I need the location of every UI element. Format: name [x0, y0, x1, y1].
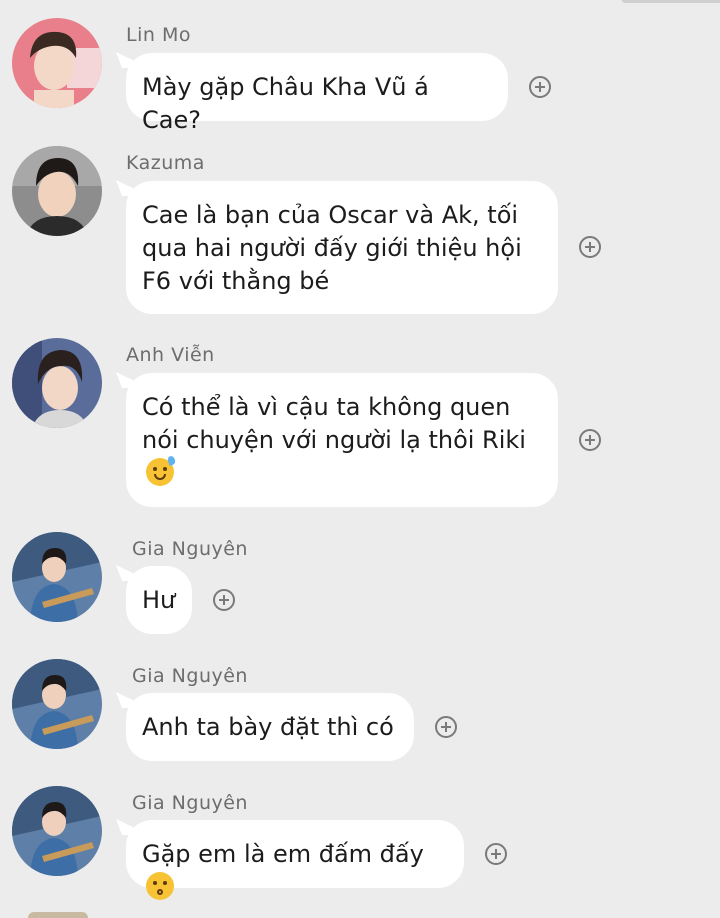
sender-name: Gia Nguyên: [132, 665, 248, 687]
sender-name: Gia Nguyên: [132, 538, 248, 560]
sender-name: Anh Viễn: [126, 344, 215, 366]
plus-circle-icon[interactable]: [435, 716, 457, 738]
kissing-emoji: [146, 872, 174, 900]
grinning-sweat-emoji: [146, 455, 177, 486]
message-text: Có thể là vì cậu ta không quen nói chuyệ…: [142, 393, 526, 454]
avatar[interactable]: [12, 786, 102, 876]
plus-circle-icon[interactable]: [213, 589, 235, 611]
message-text: Hư: [142, 586, 176, 614]
message-bubble[interactable]: Cae là bạn của Oscar và Ak, tối qua hai …: [126, 181, 558, 314]
plus-circle-icon[interactable]: [579, 236, 601, 258]
message-bubble[interactable]: Có thể là vì cậu ta không quen nói chuyệ…: [126, 373, 558, 507]
avatar[interactable]: [12, 18, 102, 108]
sender-name: Lin Mo: [126, 24, 191, 46]
message-text: Gặp em là em đấm đấy: [142, 840, 424, 868]
plus-circle-icon[interactable]: [579, 429, 601, 451]
top-edge-bar: [622, 0, 720, 3]
avatar[interactable]: [12, 338, 102, 428]
message-bubble[interactable]: Anh ta bày đặt thì có: [126, 693, 414, 761]
avatar[interactable]: [12, 146, 102, 236]
plus-circle-icon[interactable]: [485, 843, 507, 865]
sender-name: Gia Nguyên: [132, 792, 248, 814]
next-avatar-partial: [28, 912, 88, 918]
message-bubble[interactable]: Mày gặp Châu Kha Vũ á Cae?: [126, 53, 508, 134]
message-text: Anh ta bày đặt thì có: [142, 713, 394, 741]
avatar[interactable]: [12, 532, 102, 622]
message-bubble[interactable]: Gặp em là em đấm đấy: [126, 820, 464, 900]
sender-name: Kazuma: [126, 152, 205, 174]
avatar[interactable]: [12, 659, 102, 749]
message-text: Mày gặp Châu Kha Vũ á Cae?: [142, 73, 429, 134]
plus-circle-icon[interactable]: [529, 76, 551, 98]
message-text: Cae là bạn của Oscar và Ak, tối qua hai …: [142, 201, 522, 295]
message-bubble[interactable]: Hư: [126, 566, 192, 634]
